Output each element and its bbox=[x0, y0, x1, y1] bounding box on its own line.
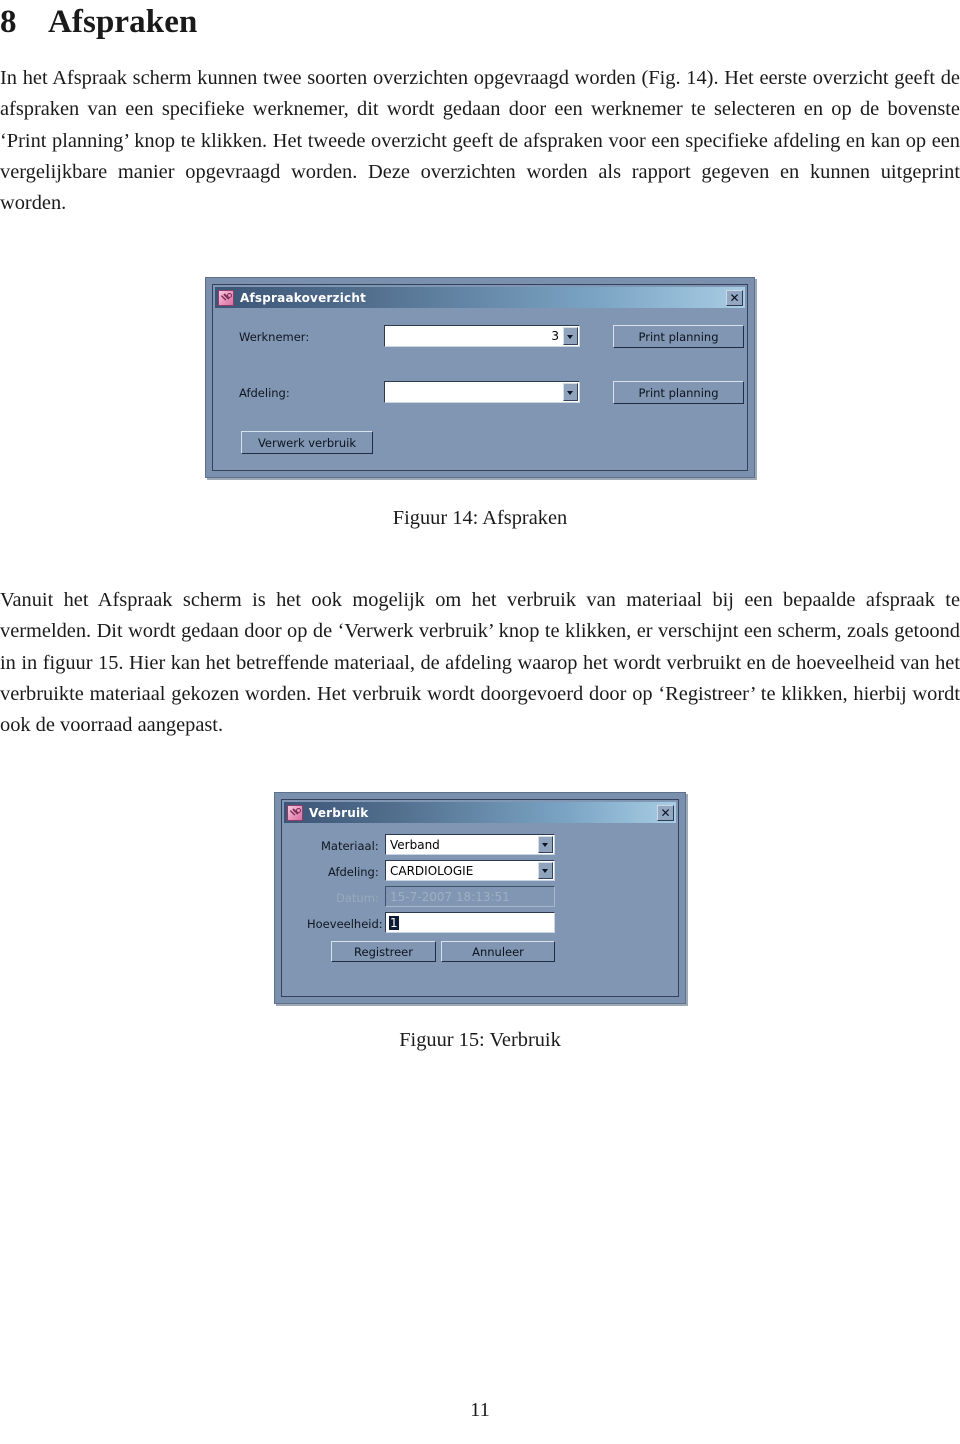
dialog-body: Werknemer: 3 Print planning Afdeling: Pr… bbox=[215, 308, 745, 468]
key-icon bbox=[287, 804, 303, 821]
section-number: 8 bbox=[0, 4, 17, 40]
figure-15-caption: Figuur 15: Verbruik bbox=[399, 1029, 561, 1051]
afdeling-label: Afdeling: bbox=[239, 386, 290, 400]
chevron-down-icon[interactable] bbox=[563, 327, 578, 345]
print-planning-afdeling-button[interactable]: Print planning bbox=[613, 381, 744, 404]
section-title: Afspraken bbox=[48, 4, 198, 40]
afdeling-combo[interactable] bbox=[384, 381, 580, 403]
print-planning-werknemer-button[interactable]: Print planning bbox=[613, 325, 744, 348]
dialog-titlebar[interactable]: Verbruik ✕ bbox=[284, 802, 676, 823]
dialog-titlebar[interactable]: Afspraakoverzicht ✕ bbox=[215, 287, 745, 308]
materiaal-combo[interactable]: Verband bbox=[385, 834, 555, 855]
page-title: 8 Afspraken bbox=[0, 0, 960, 41]
registreer-button[interactable]: Registreer bbox=[331, 941, 436, 962]
afdeling-label: Afdeling: bbox=[328, 865, 379, 879]
chevron-down-icon[interactable] bbox=[538, 862, 553, 879]
close-icon[interactable]: ✕ bbox=[657, 804, 674, 821]
hoeveelheid-input[interactable]: 1 bbox=[385, 912, 555, 933]
materiaal-label: Materiaal: bbox=[321, 839, 379, 853]
chevron-down-icon[interactable] bbox=[538, 836, 553, 853]
datum-label: Datum: bbox=[336, 891, 379, 905]
verbruik-dialog: Verbruik ✕ Materiaal: Verband Afdeling: … bbox=[274, 792, 686, 1004]
datum-field: 15-7-2007 18:13:51 bbox=[385, 886, 555, 907]
dialog-title: Afspraakoverzicht bbox=[240, 290, 367, 305]
werknemer-label: Werknemer: bbox=[239, 330, 310, 344]
afdeling-combo-value: CARDIOLOGIE bbox=[390, 863, 474, 878]
page-number: 11 bbox=[470, 1399, 490, 1421]
document-page: 8 Afspraken In het Afspraak scherm kunne… bbox=[0, 0, 960, 1444]
annuleer-button[interactable]: Annuleer bbox=[441, 941, 555, 962]
hoeveelheid-value: 1 bbox=[389, 915, 399, 930]
afspraakoverzicht-dialog: Afspraakoverzicht ✕ Werknemer: 3 Print p… bbox=[205, 277, 755, 478]
hoeveelheid-value-wrap: 1 bbox=[386, 915, 402, 930]
afdeling-combo[interactable]: CARDIOLOGIE bbox=[385, 860, 555, 881]
hoeveelheid-label: Hoeveelheid: bbox=[307, 917, 383, 931]
dialog-inner-frame: Verbruik ✕ Materiaal: Verband Afdeling: … bbox=[281, 799, 679, 997]
werknemer-combo[interactable]: 3 bbox=[384, 325, 580, 347]
datum-value: 15-7-2007 18:13:51 bbox=[390, 889, 510, 904]
dialog-body: Materiaal: Verband Afdeling: CARDIOLOGIE… bbox=[284, 823, 676, 994]
key-icon bbox=[218, 289, 234, 306]
chevron-down-icon[interactable] bbox=[563, 383, 578, 401]
verwerk-verbruik-button[interactable]: Verwerk verbruik bbox=[241, 431, 373, 454]
materiaal-combo-value: Verband bbox=[390, 837, 440, 852]
figure-15: Verbruik ✕ Materiaal: Verband Afdeling: … bbox=[0, 792, 960, 1004]
close-icon[interactable]: ✕ bbox=[726, 289, 743, 306]
paragraph-verbruik: Vanuit het Afspraak scherm is het ook mo… bbox=[0, 589, 960, 737]
werknemer-combo-value: 3 bbox=[551, 329, 559, 343]
dialog-title: Verbruik bbox=[309, 805, 369, 820]
figure-14-caption: Figuur 14: Afspraken bbox=[392, 507, 568, 529]
paragraph-intro: In het Afspraak scherm kunnen twee soort… bbox=[0, 67, 960, 215]
dialog-inner-frame: Afspraakoverzicht ✕ Werknemer: 3 Print p… bbox=[212, 284, 748, 471]
figure-14: Afspraakoverzicht ✕ Werknemer: 3 Print p… bbox=[0, 277, 960, 478]
